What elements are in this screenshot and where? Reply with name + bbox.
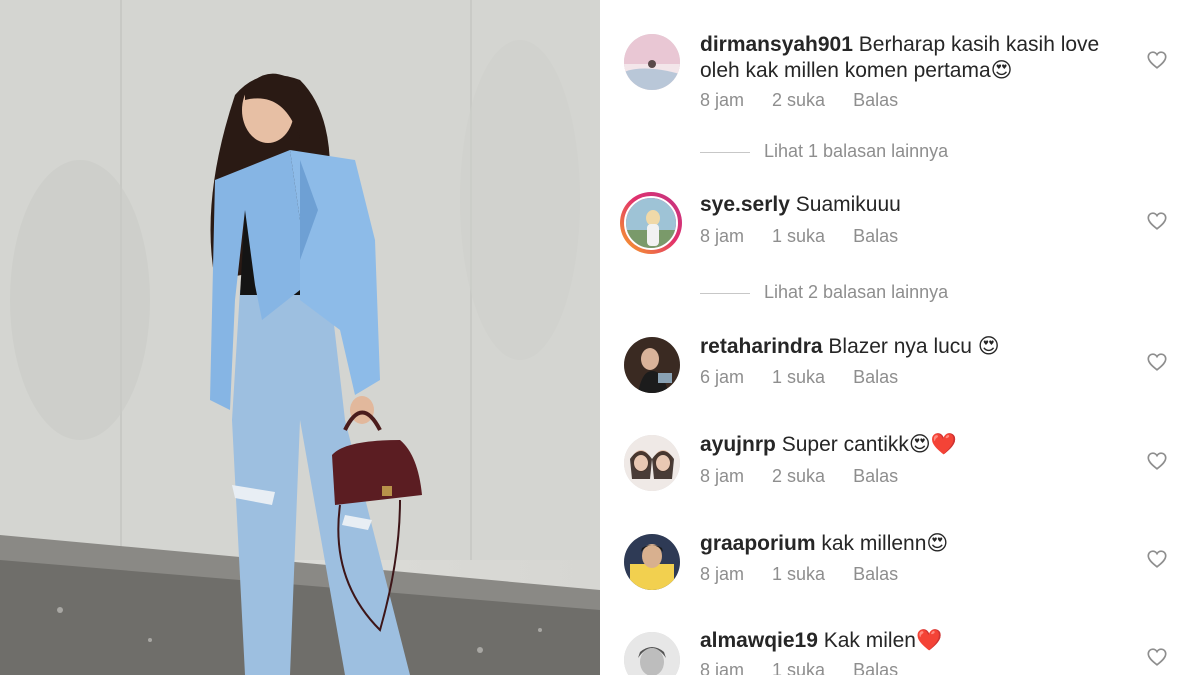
comment-meta: 6 jam 1 suka Balas (700, 367, 926, 388)
heart-icon[interactable] (1146, 450, 1168, 472)
replies-divider (700, 292, 750, 294)
view-replies-button[interactable]: Lihat 2 balasan lainnya (700, 282, 948, 303)
comment-body: Suamikuuu (795, 193, 901, 216)
avatar-with-story[interactable] (620, 192, 682, 254)
reply-button[interactable]: Balas (853, 466, 898, 487)
comment-username[interactable]: almawqie19 (700, 629, 818, 652)
comment-time[interactable]: 8 jam (700, 466, 744, 487)
view-replies-label[interactable]: Lihat 1 balasan lainnya (764, 141, 948, 161)
reply-button[interactable]: Balas (853, 90, 898, 111)
comment-username[interactable]: retaharindra (700, 335, 823, 358)
comment-text: sye.serly Suamikuuu (700, 192, 1130, 218)
comment-likes[interactable]: 2 suka (772, 90, 825, 111)
comment-text: almawqie19 Kak milen❤️ (700, 628, 1130, 654)
avatar[interactable] (624, 435, 680, 491)
reply-button[interactable]: Balas (853, 367, 898, 388)
comment-text: ayujnrp Super cantikk😍❤️ (700, 432, 1130, 458)
comment-body: kak millenn😍 (821, 532, 949, 555)
view-replies-label[interactable]: Lihat 2 balasan lainnya (764, 282, 948, 302)
replies-divider (700, 151, 750, 153)
reply-button[interactable]: Balas (853, 226, 898, 247)
comment-likes[interactable]: 1 suka (772, 226, 825, 247)
reply-button[interactable]: Balas (853, 660, 898, 675)
heart-icon[interactable] (1146, 210, 1168, 232)
comments-panel[interactable]: dirmansyah901 Berharap kasih kasih love … (600, 0, 1200, 675)
comment-likes[interactable]: 2 suka (772, 466, 825, 487)
comment-meta: 8 jam 1 suka Balas (700, 226, 926, 247)
comment-likes[interactable]: 1 suka (772, 367, 825, 388)
comment-time[interactable]: 6 jam (700, 367, 744, 388)
comment-meta: 8 jam 1 suka Balas (700, 660, 926, 675)
post-photo (0, 0, 600, 675)
heart-icon[interactable] (1146, 49, 1168, 71)
heart-icon[interactable] (1146, 646, 1168, 668)
heart-icon[interactable] (1146, 548, 1168, 570)
comment-username[interactable]: sye.serly (700, 193, 790, 216)
comment-meta: 8 jam 2 suka Balas (700, 90, 926, 111)
comment-text: dirmansyah901 Berharap kasih kasih love … (700, 32, 1130, 84)
comment-time[interactable]: 8 jam (700, 226, 744, 247)
comment-username[interactable]: dirmansyah901 (700, 33, 853, 56)
comment-username[interactable]: graaporium (700, 532, 816, 555)
comment-body: Kak milen❤️ (823, 629, 943, 652)
comment-username[interactable]: ayujnrp (700, 433, 776, 456)
comment-text: graaporium kak millenn😍 (700, 531, 1130, 557)
avatar[interactable] (624, 337, 680, 393)
comment-text: retaharindra Blazer nya lucu 😍 (700, 334, 1130, 360)
comment-body: Blazer nya lucu 😍 (828, 335, 1000, 358)
comment-likes[interactable]: 1 suka (772, 564, 825, 585)
heart-icon[interactable] (1146, 351, 1168, 373)
avatar[interactable] (624, 632, 680, 675)
avatar[interactable] (624, 534, 680, 590)
comment-body: Super cantikk😍❤️ (781, 433, 957, 456)
comment-time[interactable]: 8 jam (700, 90, 744, 111)
woman-photo-illustration (0, 0, 600, 675)
comment-meta: 8 jam 1 suka Balas (700, 564, 926, 585)
comment-time[interactable]: 8 jam (700, 564, 744, 585)
view-replies-button[interactable]: Lihat 1 balasan lainnya (700, 141, 948, 162)
comment-likes[interactable]: 1 suka (772, 660, 825, 675)
comment-time[interactable]: 8 jam (700, 660, 744, 675)
avatar[interactable] (624, 34, 680, 90)
comment-meta: 8 jam 2 suka Balas (700, 466, 926, 487)
reply-button[interactable]: Balas (853, 564, 898, 585)
